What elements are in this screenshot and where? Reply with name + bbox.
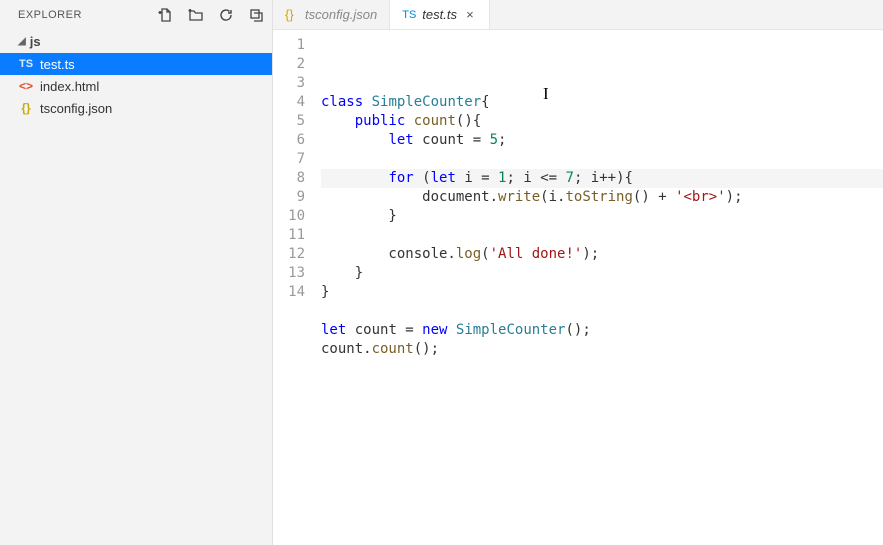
line-number: 14 bbox=[273, 283, 305, 302]
chevron-down-icon: ◢ bbox=[18, 36, 26, 47]
file-name: test.ts bbox=[40, 57, 75, 72]
code-line[interactable]: console.log('All done!'); bbox=[321, 245, 883, 264]
tab-label: test.ts bbox=[422, 7, 457, 22]
code-line[interactable]: class SimpleCounter{ bbox=[321, 93, 883, 112]
tab-label: tsconfig.json bbox=[305, 7, 377, 22]
code-line[interactable]: document.write(i.toString() + '<br>'); bbox=[321, 188, 883, 207]
explorer-header: EXPLORER bbox=[0, 0, 272, 30]
refresh-icon[interactable] bbox=[218, 7, 234, 23]
code-line[interactable]: let count = 5; bbox=[321, 131, 883, 150]
code-line[interactable]: count.count(); bbox=[321, 340, 883, 359]
line-number: 12 bbox=[273, 245, 305, 264]
code-line[interactable] bbox=[321, 302, 883, 321]
line-gutter: 1234567891011121314 bbox=[273, 36, 321, 545]
tab-bar: {} tsconfig.json TS test.ts × bbox=[273, 0, 883, 30]
code-line[interactable]: let count = new SimpleCounter(); bbox=[321, 321, 883, 340]
file-list: TS test.ts <> index.html {} tsconfig.json bbox=[0, 53, 272, 119]
folder-name: js bbox=[30, 34, 41, 49]
json-file-icon: {} bbox=[285, 7, 299, 22]
code-line[interactable] bbox=[321, 226, 883, 245]
line-number: 11 bbox=[273, 226, 305, 245]
ts-file-icon: TS bbox=[402, 9, 416, 21]
tab-tsconfig-json[interactable]: {} tsconfig.json bbox=[273, 0, 390, 29]
code-lines[interactable]: I class SimpleCounter{ public count(){ l… bbox=[321, 36, 883, 545]
json-file-icon: {} bbox=[18, 101, 34, 115]
explorer-actions bbox=[158, 7, 264, 23]
close-icon[interactable]: × bbox=[463, 8, 477, 22]
text-cursor-icon: I bbox=[543, 84, 549, 103]
new-folder-icon[interactable] bbox=[188, 7, 204, 23]
html-file-icon: <> bbox=[18, 79, 34, 93]
line-number: 7 bbox=[273, 150, 305, 169]
file-name: tsconfig.json bbox=[40, 101, 112, 116]
code-line[interactable] bbox=[321, 150, 883, 169]
line-number: 4 bbox=[273, 93, 305, 112]
ts-file-icon: TS bbox=[18, 58, 34, 70]
file-name: index.html bbox=[40, 79, 99, 94]
file-row-test-ts[interactable]: TS test.ts bbox=[0, 53, 272, 75]
file-row-tsconfig-json[interactable]: {} tsconfig.json bbox=[0, 97, 272, 119]
line-number: 5 bbox=[273, 112, 305, 131]
collapse-all-icon[interactable] bbox=[248, 7, 264, 23]
explorer-sidebar: EXPLORER ◢ js TS test.ts <> index.html {} tsc… bbox=[0, 0, 273, 545]
new-file-icon[interactable] bbox=[158, 7, 174, 23]
line-number: 6 bbox=[273, 131, 305, 150]
line-number: 13 bbox=[273, 264, 305, 283]
file-row-index-html[interactable]: <> index.html bbox=[0, 75, 272, 97]
code-line[interactable]: } bbox=[321, 264, 883, 283]
code-line[interactable]: public count(){ bbox=[321, 112, 883, 131]
explorer-title: EXPLORER bbox=[18, 9, 82, 21]
tab-test-ts[interactable]: TS test.ts × bbox=[390, 0, 490, 29]
folder-root[interactable]: ◢ js bbox=[0, 30, 272, 53]
editor-area: {}tsconfig.jsonTStest.ts× 12345678910111… bbox=[273, 0, 883, 545]
line-number: 2 bbox=[273, 55, 305, 74]
line-number: 10 bbox=[273, 207, 305, 226]
line-number: 9 bbox=[273, 188, 305, 207]
line-number: 3 bbox=[273, 74, 305, 93]
code-line[interactable]: } bbox=[321, 207, 883, 226]
code-editor[interactable]: 1234567891011121314 I class SimpleCounte… bbox=[273, 30, 883, 545]
line-number: 8 bbox=[273, 169, 305, 188]
line-number: 1 bbox=[273, 36, 305, 55]
code-line[interactable]: for (let i = 1; i <= 7; i++){ bbox=[321, 169, 883, 188]
code-line[interactable]: } bbox=[321, 283, 883, 302]
